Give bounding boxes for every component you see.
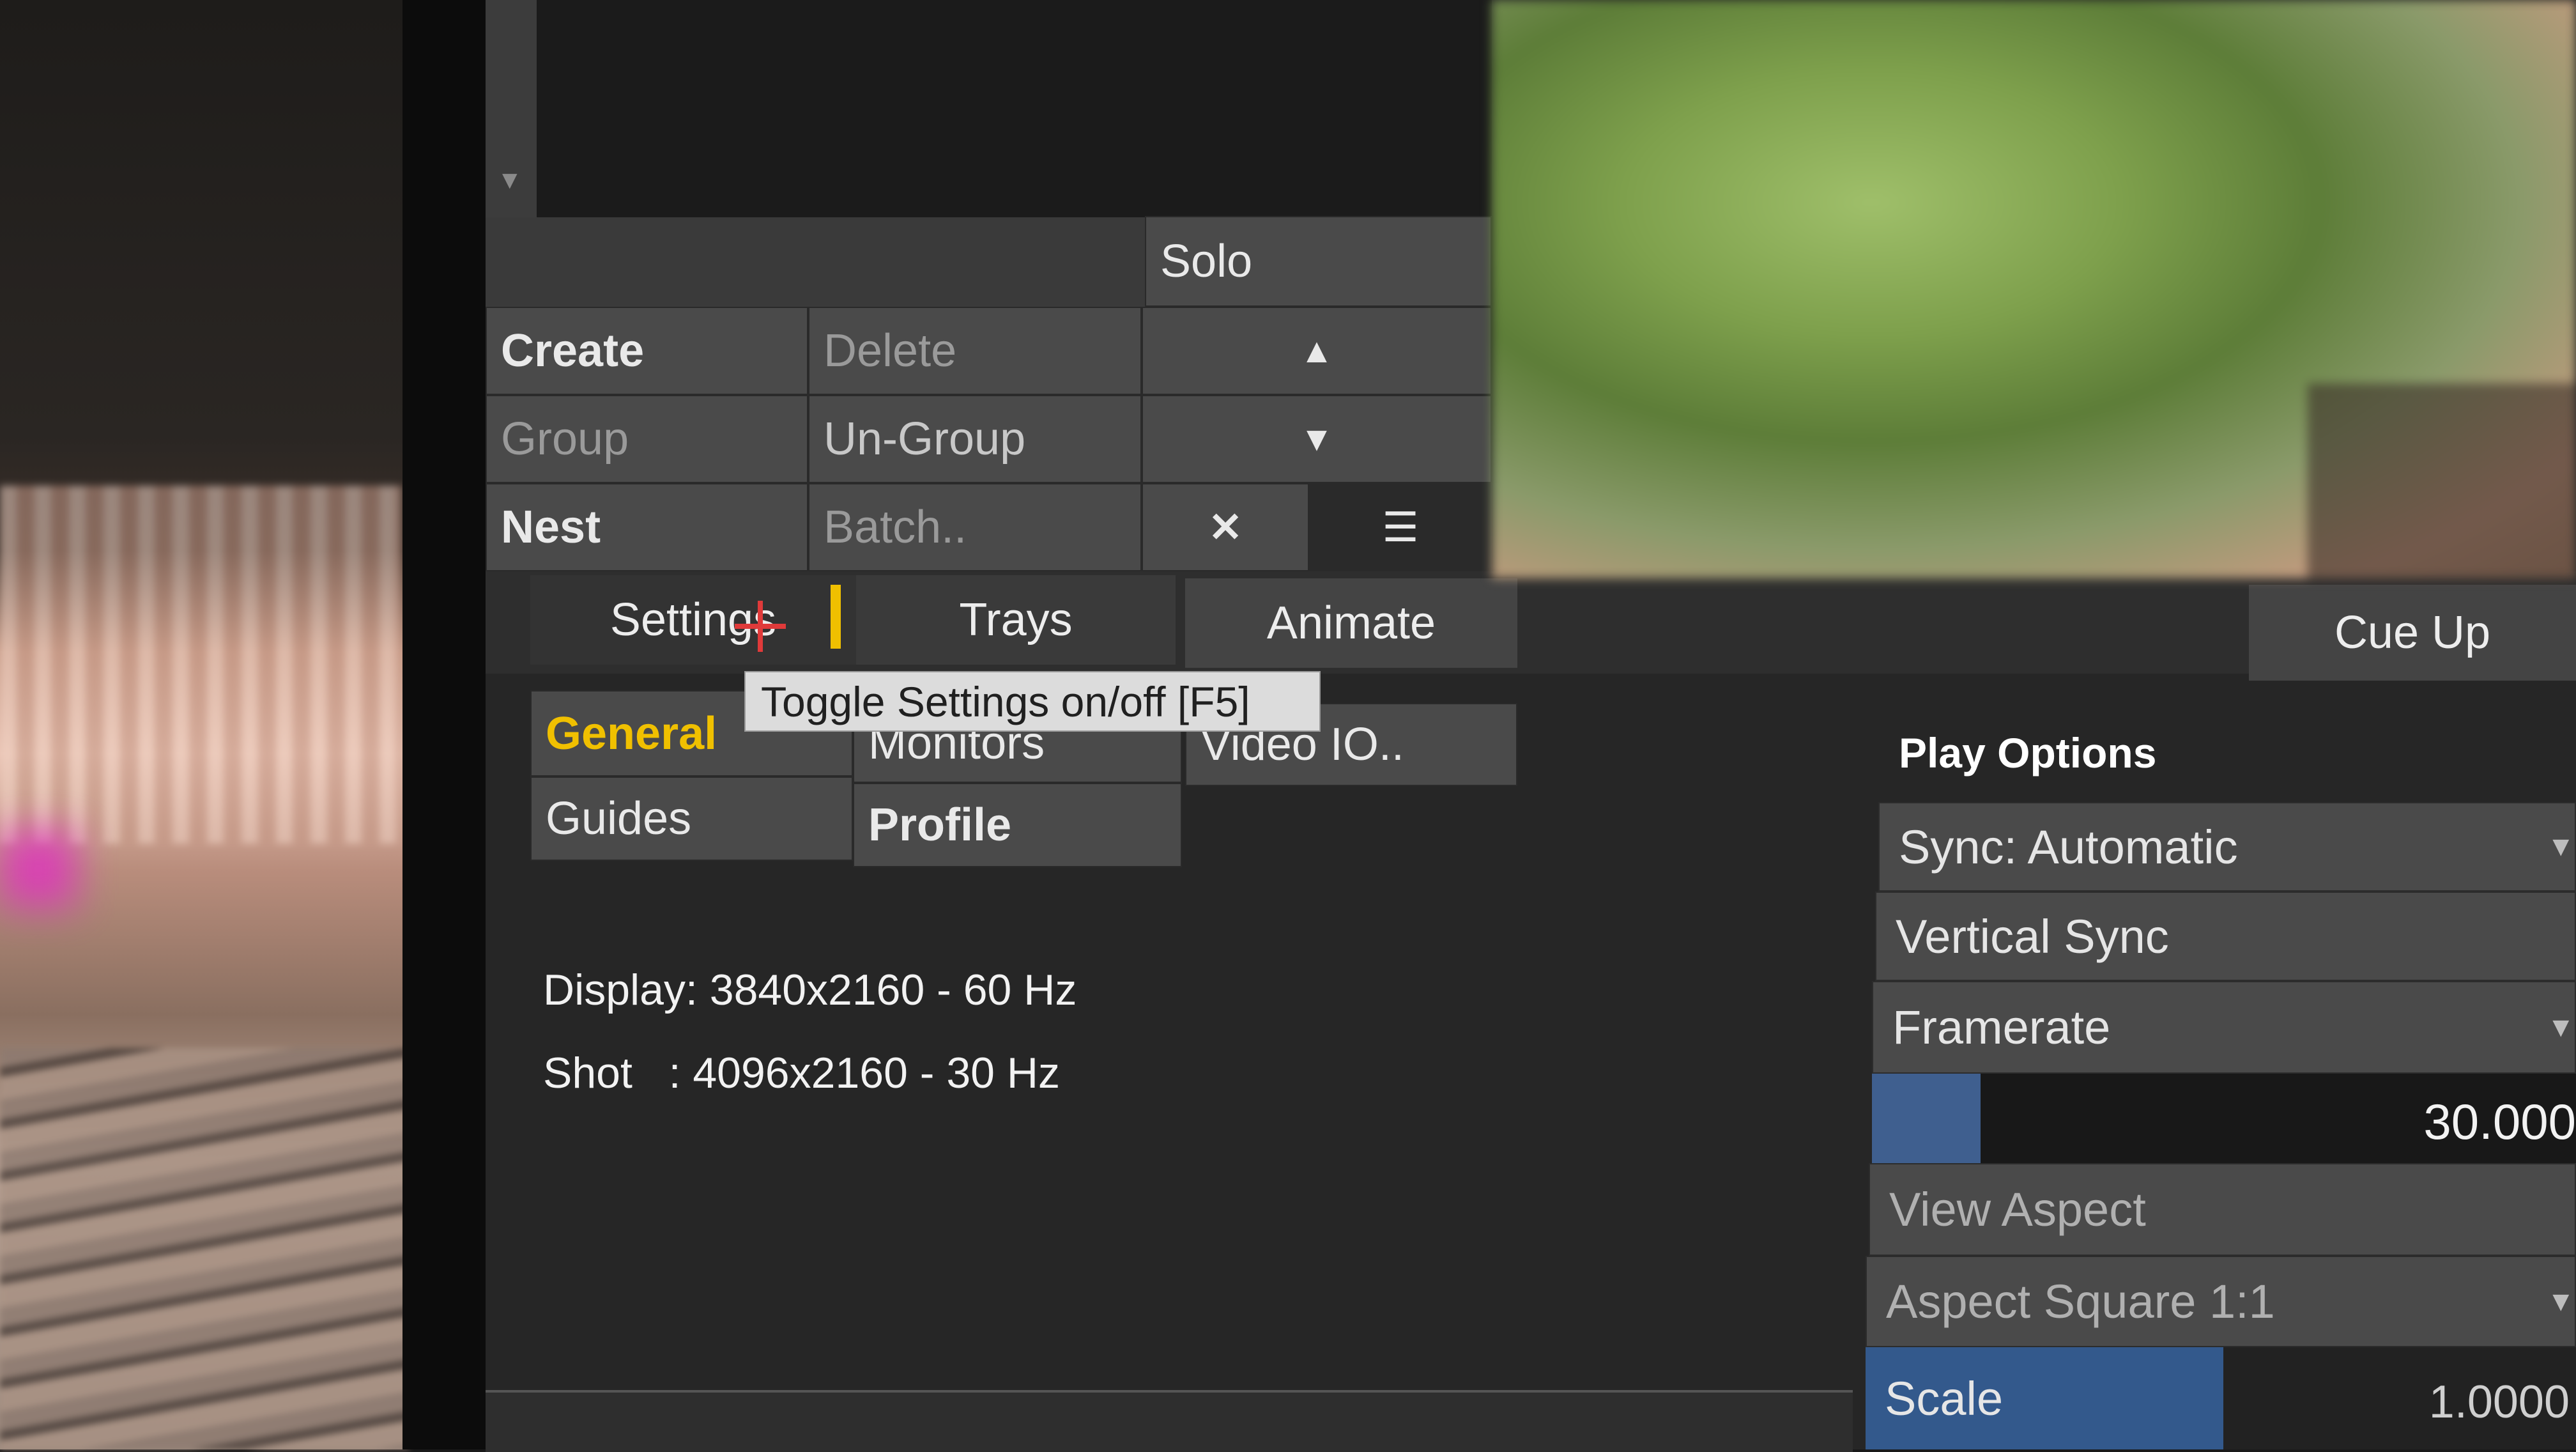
settings-nav-guides[interactable]: Guides — [530, 776, 853, 861]
move-down-button[interactable]: ▼ — [1142, 395, 1492, 483]
framerate-value: 30.000 — [2423, 1093, 2576, 1150]
nest-button[interactable]: Nest — [486, 483, 808, 571]
dropdown-chevron-icon: ▼ — [2547, 1285, 2575, 1317]
tab-settings[interactable]: Settings — [530, 575, 856, 665]
group-button[interactable]: Group — [486, 395, 808, 483]
group-label: Group — [501, 413, 629, 465]
list-area: ▼ — [486, 0, 1492, 217]
batch-button[interactable]: Batch.. — [808, 483, 1142, 571]
background-stripes — [0, 486, 402, 844]
menu-button[interactable]: ☰ — [1309, 483, 1492, 571]
background-floor — [0, 1048, 409, 1449]
aspect-label: Aspect Square 1:1 — [1886, 1275, 2275, 1328]
menu-icon: ☰ — [1382, 504, 1419, 550]
framerate-value-field[interactable]: 30.000 — [1872, 1074, 2576, 1163]
close-button[interactable]: ✕ — [1142, 483, 1309, 571]
vertical-sync-toggle[interactable]: Vertical Sync — [1875, 892, 2576, 981]
batch-label: Batch.. — [824, 502, 967, 553]
dropdown-chevron-icon: ▼ — [2547, 831, 2575, 862]
nest-label: Nest — [501, 502, 601, 553]
framerate-label: Framerate — [1892, 1001, 2111, 1054]
solo-button[interactable]: Solo — [1145, 216, 1492, 307]
ungroup-label: Un-Group — [824, 413, 1026, 465]
view-aspect-toggle[interactable]: View Aspect — [1869, 1163, 2576, 1256]
up-arrow-icon: ▲ — [1300, 332, 1334, 370]
tab-animate[interactable]: Animate — [1185, 578, 1517, 668]
active-tab-marker — [831, 585, 841, 649]
guides-label: Guides — [546, 793, 692, 844]
display-info: Display: 3840x2160 - 60 Hz — [543, 966, 1077, 1014]
tab-trays[interactable]: Trays — [856, 575, 1176, 665]
monitor-bezel — [402, 0, 486, 1449]
framerate-slider-fill — [1872, 1074, 1981, 1163]
tab-trays-label: Trays — [959, 594, 1073, 645]
video-preview — [1492, 0, 2576, 578]
solo-label: Solo — [1160, 236, 1253, 287]
delete-button[interactable]: Delete — [808, 307, 1142, 395]
scale-field[interactable]: Scale 1.0000 — [1866, 1347, 2576, 1449]
scale-value: 1.0000 — [2428, 1377, 2570, 1428]
tooltip-text: Toggle Settings on/off [F5] — [761, 677, 1250, 725]
close-icon: ✕ — [1208, 504, 1243, 550]
sync-label: Sync: Automatic — [1899, 820, 2238, 874]
profile-label: Profile — [868, 799, 1012, 851]
cursor-crosshair-icon — [735, 601, 786, 652]
tab-animate-label: Animate — [1266, 598, 1436, 649]
cue-up-label: Cue Up — [2334, 607, 2491, 658]
scroll-down-icon[interactable]: ▼ — [497, 166, 523, 195]
delete-label: Delete — [824, 325, 957, 376]
framerate-dropdown[interactable]: Framerate ▼ — [1872, 981, 2576, 1074]
dropdown-chevron-icon: ▼ — [2547, 1011, 2575, 1043]
play-options-title: Play Options — [1899, 729, 2157, 776]
cue-up-button[interactable]: Cue Up — [2249, 585, 2576, 681]
create-button[interactable]: Create — [486, 307, 808, 395]
create-label: Create — [501, 325, 645, 376]
settings-nav-profile[interactable]: Profile — [853, 783, 1182, 867]
settings-tooltip: Toggle Settings on/off [F5] — [744, 671, 1321, 732]
aspect-dropdown[interactable]: Aspect Square 1:1 ▼ — [1866, 1256, 2576, 1347]
scale-slider-fill: Scale — [1866, 1347, 2223, 1449]
general-label: General — [546, 707, 717, 759]
scale-label: Scale — [1885, 1371, 2004, 1425]
bottom-panel — [486, 1390, 1853, 1452]
background-light — [0, 831, 77, 908]
vertical-sync-label: Vertical Sync — [1896, 909, 2169, 963]
sync-dropdown[interactable]: Sync: Automatic ▼ — [1878, 802, 2576, 892]
shot-info: Shot : 4096x2160 - 30 Hz — [543, 1049, 1060, 1097]
background-room — [0, 0, 409, 1449]
ungroup-button[interactable]: Un-Group — [808, 395, 1142, 483]
move-up-button[interactable]: ▲ — [1142, 307, 1492, 395]
scrollbar[interactable]: ▼ — [486, 0, 537, 217]
view-aspect-label: View Aspect — [1889, 1183, 2146, 1236]
toolbar-spacer — [486, 217, 1145, 307]
down-arrow-icon: ▼ — [1300, 420, 1334, 458]
